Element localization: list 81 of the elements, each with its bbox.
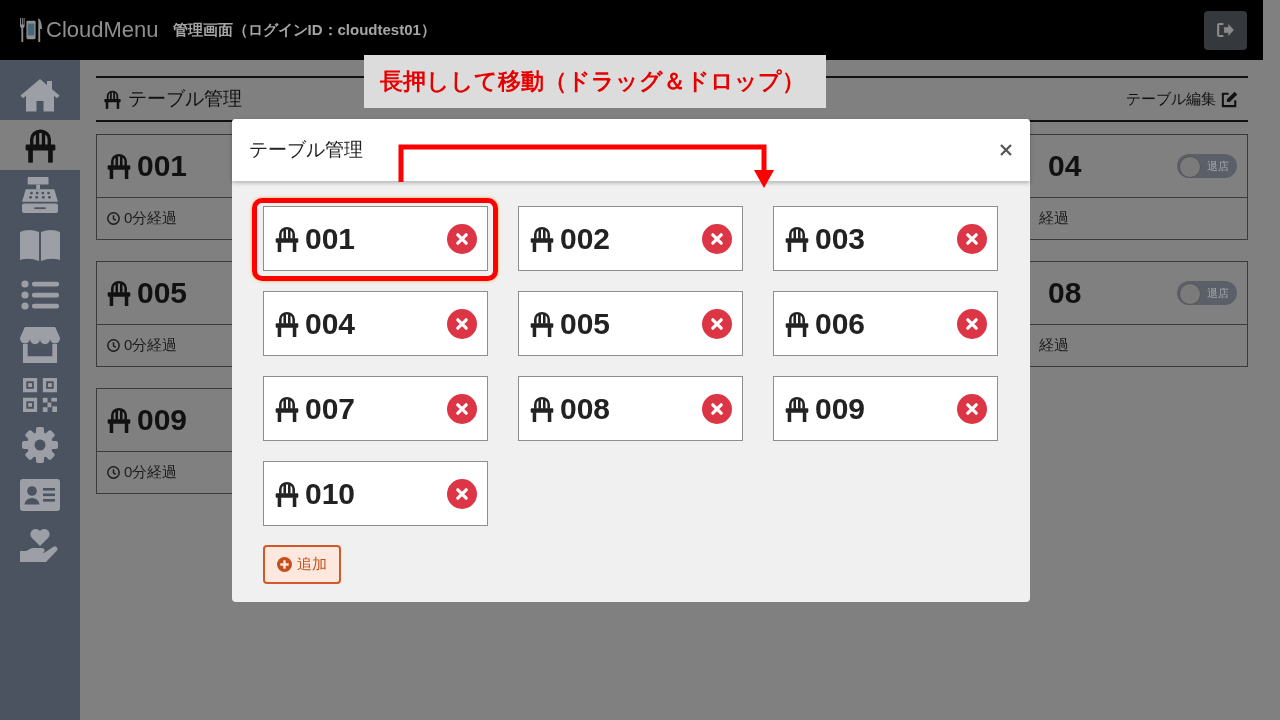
chair-icon bbox=[104, 89, 121, 109]
remove-icon[interactable] bbox=[702, 393, 732, 424]
remove-icon[interactable] bbox=[447, 308, 477, 339]
elapsed-time: 0分経過 bbox=[124, 463, 178, 482]
logout-button[interactable] bbox=[1204, 10, 1247, 50]
chair-icon bbox=[275, 310, 299, 337]
list-icon bbox=[21, 280, 59, 310]
remove-icon[interactable] bbox=[447, 478, 477, 509]
table-number: 009 bbox=[815, 391, 866, 426]
chair-icon bbox=[24, 127, 56, 163]
table-number: 08 bbox=[1048, 276, 1082, 310]
table-number: 005 bbox=[560, 306, 611, 341]
table-number: 006 bbox=[815, 306, 866, 341]
edit-icon bbox=[1221, 90, 1238, 108]
table-tile[interactable]: 002 bbox=[518, 206, 743, 271]
chair-icon bbox=[785, 395, 809, 422]
table-number: 04 bbox=[1048, 149, 1082, 183]
elapsed-time: 0分経過 bbox=[124, 336, 178, 355]
hand-heart-icon bbox=[20, 527, 60, 563]
table-tile[interactable]: 010 bbox=[263, 461, 488, 526]
table-number: 001 bbox=[137, 149, 188, 183]
chair-icon bbox=[530, 310, 554, 337]
table-tile[interactable]: 006 bbox=[773, 291, 998, 356]
remove-icon[interactable] bbox=[957, 308, 987, 339]
clock-icon bbox=[107, 212, 120, 225]
remove-icon[interactable] bbox=[702, 308, 732, 339]
table-number: 010 bbox=[305, 476, 356, 511]
table-tile[interactable]: 003 bbox=[773, 206, 998, 271]
elapsed-time: 0分経過 bbox=[124, 209, 178, 228]
table-tile[interactable]: 008 bbox=[518, 376, 743, 441]
home-icon bbox=[20, 78, 60, 112]
sidebar-item[interactable] bbox=[0, 120, 80, 170]
table-tile[interactable]: 001 bbox=[263, 206, 488, 271]
table-tile[interactable]: 004 bbox=[263, 291, 488, 356]
elapsed-time: 経過 bbox=[1039, 209, 1069, 228]
cash-register-icon bbox=[21, 177, 59, 213]
logo-icon bbox=[20, 18, 42, 42]
page-title: テーブル管理 bbox=[128, 87, 242, 111]
header-title: 管理画面（ログインID：cloudtest01） bbox=[172, 20, 436, 40]
clock-icon bbox=[107, 339, 120, 352]
id-card-icon bbox=[20, 479, 60, 511]
table-number: 005 bbox=[137, 276, 188, 310]
chair-icon bbox=[530, 225, 554, 252]
table-number: 004 bbox=[305, 306, 356, 341]
storefront-icon bbox=[19, 327, 61, 363]
table-tile[interactable]: 009 bbox=[773, 376, 998, 441]
table-number: 007 bbox=[305, 391, 356, 426]
chair-icon bbox=[275, 480, 299, 507]
add-button[interactable]: 追加 bbox=[263, 545, 341, 584]
chair-icon bbox=[530, 395, 554, 422]
elapsed-time: 経過 bbox=[1039, 336, 1069, 355]
plus-circle-icon bbox=[277, 557, 292, 572]
clock-icon bbox=[107, 466, 120, 479]
table-number: 003 bbox=[815, 221, 866, 256]
qr-code-icon bbox=[23, 378, 57, 412]
remove-icon[interactable] bbox=[957, 393, 987, 424]
logout-icon bbox=[1217, 23, 1234, 37]
modal-title: テーブル管理 bbox=[249, 138, 363, 162]
chair-icon bbox=[107, 153, 131, 179]
remove-icon[interactable] bbox=[957, 223, 987, 254]
table-number: 002 bbox=[560, 221, 611, 256]
chair-icon bbox=[107, 407, 131, 433]
chair-icon bbox=[785, 225, 809, 252]
chair-icon bbox=[275, 395, 299, 422]
remove-icon[interactable] bbox=[702, 223, 732, 254]
table-number: 008 bbox=[560, 391, 611, 426]
open-book-icon bbox=[20, 229, 60, 261]
table-tile[interactable]: 005 bbox=[518, 291, 743, 356]
remove-icon[interactable] bbox=[447, 393, 477, 424]
instruction-callout: 長押しして移動（ドラッグ＆ドロップ） bbox=[364, 55, 826, 108]
logo-text: CloudMenu bbox=[46, 17, 159, 43]
table-tile[interactable]: 007 bbox=[263, 376, 488, 441]
close-button[interactable] bbox=[1000, 144, 1012, 156]
chair-icon bbox=[107, 280, 131, 306]
chair-icon bbox=[785, 310, 809, 337]
table-number: 009 bbox=[137, 403, 188, 437]
chair-icon bbox=[275, 225, 299, 252]
table-number: 001 bbox=[305, 221, 356, 256]
close-icon bbox=[1000, 144, 1012, 156]
edit-link[interactable]: テーブル編集 bbox=[1126, 89, 1238, 109]
remove-icon[interactable] bbox=[447, 223, 477, 254]
